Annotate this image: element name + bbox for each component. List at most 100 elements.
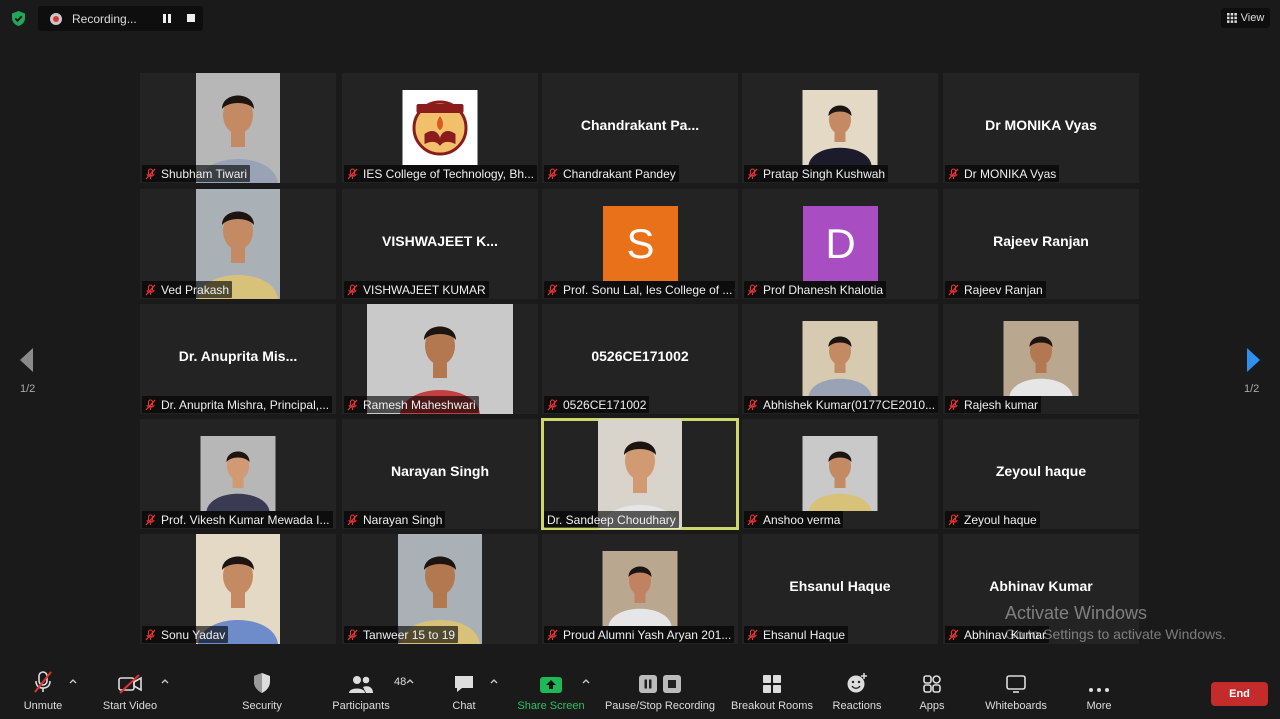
participant-name: Rajeev Ranjan bbox=[964, 282, 1043, 297]
participant-avatar bbox=[802, 321, 878, 396]
participant-tile[interactable]: Pratap Singh Kushwah bbox=[742, 73, 938, 183]
participant-name-label: 0526CE171002 bbox=[544, 396, 650, 413]
participant-tile[interactable]: Rajeev Ranjan Rajeev Ranjan bbox=[943, 189, 1139, 299]
reactions-button[interactable]: Reactions bbox=[832, 664, 882, 719]
stop-recording-icon[interactable] bbox=[187, 14, 195, 22]
previous-page-arrow-icon[interactable] bbox=[18, 347, 34, 373]
participant-tile[interactable]: Rajesh kumar bbox=[943, 304, 1139, 414]
participant-name-label: Dr. Sandeep Choudhary bbox=[544, 511, 679, 528]
muted-mic-icon bbox=[948, 628, 959, 640]
chat-button[interactable]: Chat bbox=[448, 664, 480, 719]
participant-tile[interactable]: Narayan Singh Narayan Singh bbox=[342, 419, 538, 529]
meeting-toolbar: Unmute Start Video Security 48 Participa… bbox=[0, 664, 1280, 719]
participants-options-caret-icon[interactable] bbox=[406, 678, 414, 684]
participant-tile[interactable]: D Prof Dhanesh Khalotia bbox=[742, 189, 938, 299]
participant-tile[interactable]: Ehsanul Haque Ehsanul Haque bbox=[742, 534, 938, 644]
participant-name: Sonu Yadav bbox=[161, 627, 226, 642]
video-options-caret-icon[interactable] bbox=[161, 678, 169, 684]
participant-tile[interactable]: Dr MONIKA Vyas Dr MONIKA Vyas bbox=[943, 73, 1139, 183]
view-button[interactable]: View bbox=[1221, 8, 1270, 28]
participants-label: Participants bbox=[332, 700, 390, 712]
participant-avatar bbox=[802, 436, 878, 511]
share-screen-button[interactable]: Share Screen bbox=[517, 664, 585, 719]
security-button[interactable]: Security bbox=[238, 664, 286, 719]
breakout-rooms-label: Breakout Rooms bbox=[731, 700, 813, 712]
participant-tile[interactable]: Shubham Tiwari bbox=[140, 73, 336, 183]
muted-mic-icon bbox=[948, 513, 959, 525]
apps-button[interactable]: Apps bbox=[914, 664, 950, 719]
participant-photo-icon bbox=[802, 321, 878, 396]
more-label: More bbox=[1086, 700, 1112, 712]
apps-label: Apps bbox=[919, 700, 945, 712]
participant-name-label: Pratap Singh Kushwah bbox=[744, 165, 889, 182]
participant-tile[interactable]: Ved Prakash bbox=[140, 189, 336, 299]
participant-big-name: Chandrakant Pa... bbox=[580, 117, 700, 133]
muted-mic-icon bbox=[347, 398, 358, 410]
more-button[interactable]: More bbox=[1082, 664, 1116, 719]
share-screen-arrow-icon bbox=[540, 677, 562, 693]
pause-stop-recording-button[interactable]: Pause/Stop Recording bbox=[604, 664, 716, 719]
muted-mic-icon bbox=[948, 167, 959, 179]
unmute-label: Unmute bbox=[23, 700, 63, 712]
shield-verified-icon[interactable] bbox=[10, 10, 27, 27]
breakout-rooms-button[interactable]: Breakout Rooms bbox=[730, 664, 814, 719]
participant-photo-icon bbox=[200, 436, 276, 511]
muted-mic-icon bbox=[747, 283, 758, 295]
view-label: View bbox=[1240, 12, 1265, 24]
participant-tile[interactable]: Chandrakant Pa... Chandrakant Pandey bbox=[542, 73, 738, 183]
page-indicator-right: 1/2 bbox=[1244, 383, 1260, 395]
unmute-button[interactable]: Unmute bbox=[20, 664, 66, 719]
whiteboards-button[interactable]: Whiteboards bbox=[980, 664, 1052, 719]
chat-bubble-icon bbox=[455, 676, 473, 692]
participant-tile[interactable]: Dr. Anuprita Mis... Dr. Anuprita Mishra,… bbox=[140, 304, 336, 414]
muted-mic-icon bbox=[747, 398, 758, 410]
participant-name-label: Abhishek Kumar(0177CE2010... bbox=[744, 396, 938, 413]
chat-options-caret-icon[interactable] bbox=[490, 678, 498, 684]
participant-tile[interactable]: Proud Alumni Yash Aryan 201... bbox=[542, 534, 738, 644]
participant-name: 0526CE171002 bbox=[563, 397, 647, 412]
participant-tile[interactable]: Tanweer 15 to 19 bbox=[342, 534, 538, 644]
next-page-arrow-icon[interactable] bbox=[1246, 347, 1262, 373]
participant-tile[interactable]: Ramesh Maheshwari bbox=[342, 304, 538, 414]
participant-tile[interactable]: Dr. Sandeep Choudhary bbox=[541, 418, 739, 530]
participant-name-label: Zeyoul haque bbox=[945, 511, 1040, 528]
muted-mic-icon bbox=[948, 398, 959, 410]
participant-tile[interactable]: Sonu Yadav bbox=[140, 534, 336, 644]
participant-tile[interactable]: S Prof. Sonu Lal, Ies College of ... bbox=[542, 189, 738, 299]
muted-mic-icon bbox=[347, 283, 358, 295]
participant-tile[interactable]: Zeyoul haque Zeyoul haque bbox=[943, 419, 1139, 529]
participants-button[interactable]: 48 Participants bbox=[329, 664, 406, 719]
recording-label: Recording... bbox=[72, 11, 137, 26]
participant-name-label: Narayan Singh bbox=[344, 511, 446, 528]
audio-options-caret-icon[interactable] bbox=[69, 678, 77, 684]
start-video-button[interactable]: Start Video bbox=[100, 664, 160, 719]
pause-recording-icon[interactable] bbox=[163, 14, 172, 23]
pause-stop-recording-label: Pause/Stop Recording bbox=[604, 700, 716, 712]
participant-photo-icon bbox=[1003, 321, 1079, 396]
more-dots-icon bbox=[1089, 688, 1109, 692]
participant-photo-icon bbox=[802, 436, 878, 511]
muted-mic-icon bbox=[747, 167, 758, 179]
participant-name: Tanweer 15 to 19 bbox=[363, 627, 456, 642]
participant-name-label: Ramesh Maheshwari bbox=[344, 396, 479, 413]
participant-name-label: Proud Alumni Yash Aryan 201... bbox=[544, 626, 735, 643]
participant-tile[interactable]: Prof. Vikesh Kumar Mewada I... bbox=[140, 419, 336, 529]
participant-letter-avatar: S bbox=[603, 206, 678, 281]
muted-mic-icon bbox=[145, 398, 156, 410]
participant-name-label: Shubham Tiwari bbox=[142, 165, 251, 182]
pause-icon bbox=[639, 675, 657, 693]
participant-name-label: Prof. Vikesh Kumar Mewada I... bbox=[142, 511, 333, 528]
participants-count: 48 bbox=[394, 676, 407, 688]
college-logo-icon bbox=[402, 90, 478, 165]
participant-tile[interactable]: Anshoo verma bbox=[742, 419, 938, 529]
participant-name: Dr. Anuprita Mishra, Principal,... bbox=[161, 397, 330, 412]
participant-tile[interactable]: IES College of Technology, Bh... bbox=[342, 73, 538, 183]
participant-tile[interactable]: VISHWAJEET K... VISHWAJEET KUMAR bbox=[342, 189, 538, 299]
participant-tile[interactable]: 0526CE171002 0526CE171002 bbox=[542, 304, 738, 414]
muted-mic-icon bbox=[747, 628, 758, 640]
participant-tile[interactable]: Abhishek Kumar(0177CE2010... bbox=[742, 304, 938, 414]
participant-name: Shubham Tiwari bbox=[161, 166, 248, 181]
share-options-caret-icon[interactable] bbox=[582, 678, 590, 684]
participant-name: Zeyoul haque bbox=[964, 512, 1037, 527]
end-meeting-button[interactable]: End bbox=[1211, 682, 1268, 706]
